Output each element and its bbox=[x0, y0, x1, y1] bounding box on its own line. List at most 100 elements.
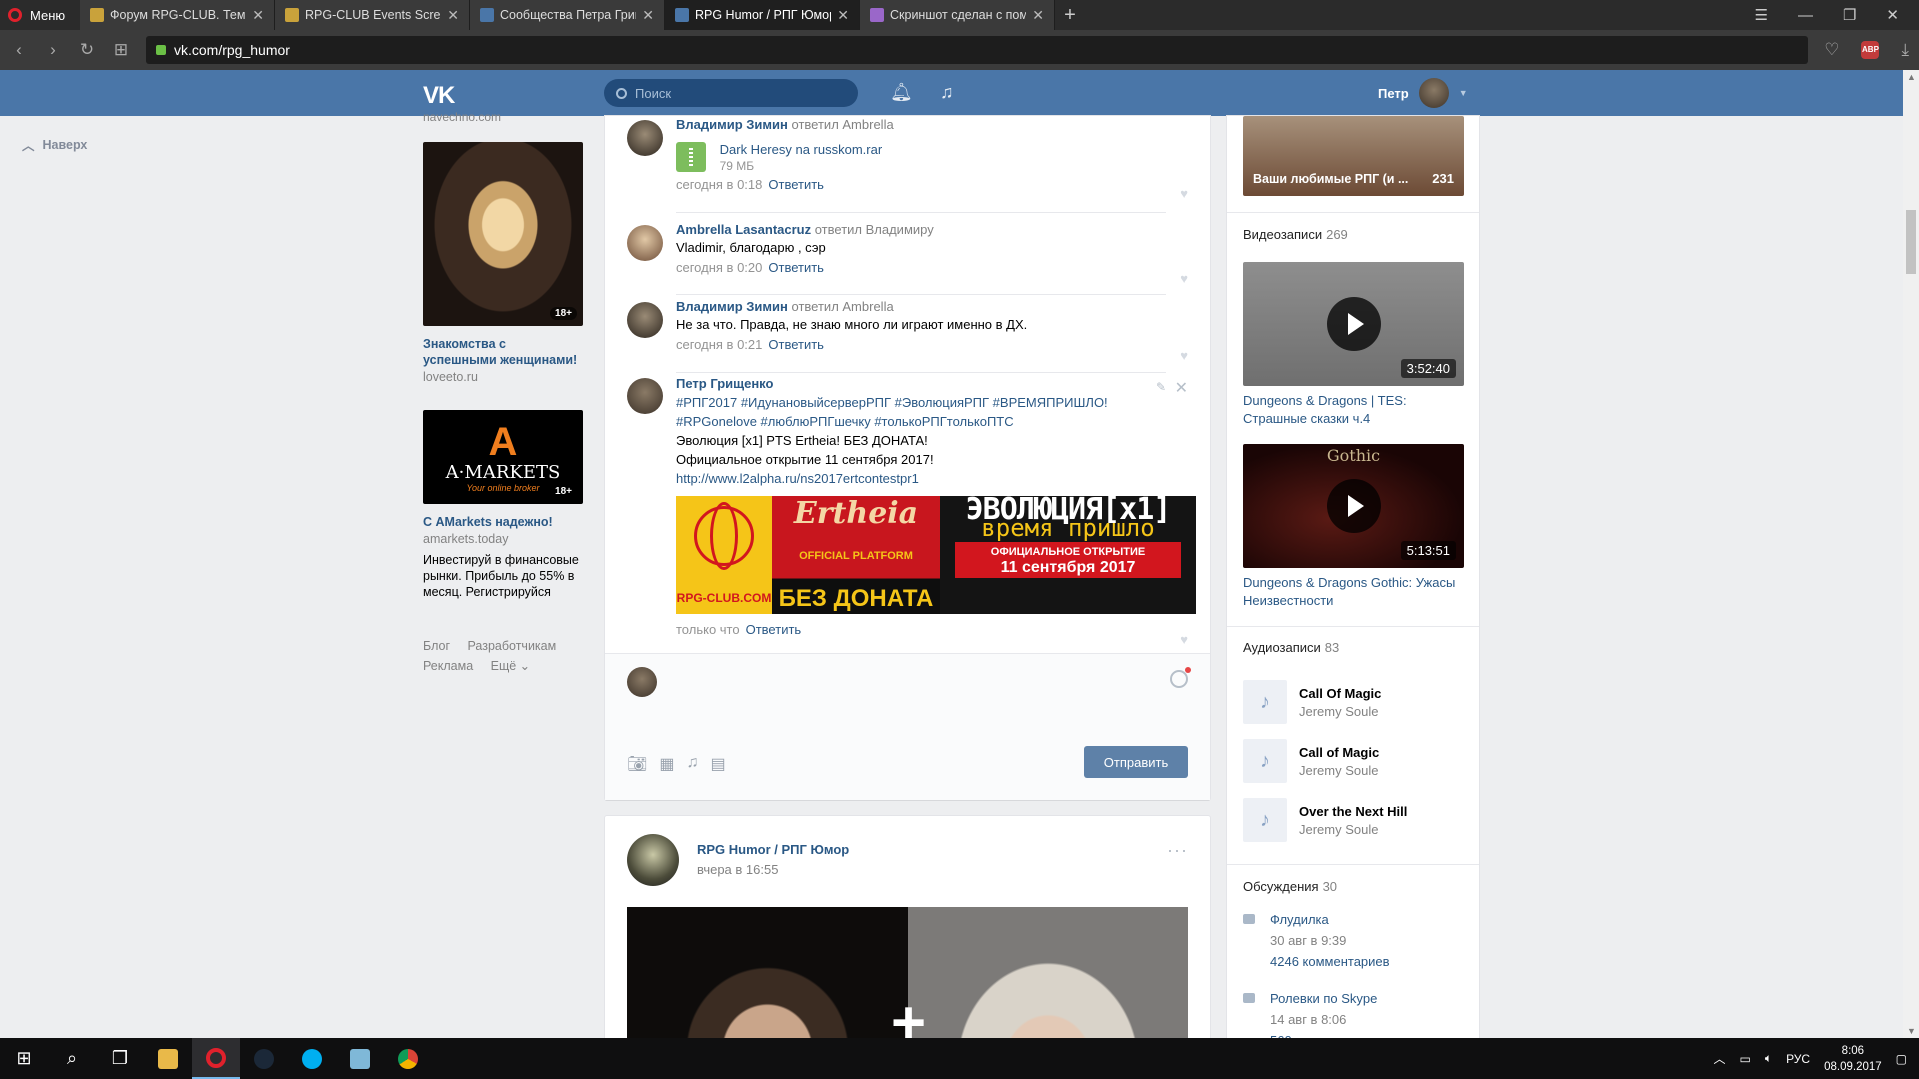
app-icon[interactable] bbox=[336, 1038, 384, 1079]
search-input[interactable] bbox=[635, 85, 835, 101]
notifications-icon[interactable]: ▢ bbox=[1896, 1052, 1907, 1066]
audio-header[interactable]: Аудиозаписи 83 bbox=[1243, 640, 1339, 655]
ad-title[interactable]: Знакомства с успешными женщинами! bbox=[423, 336, 583, 368]
music-note-icon[interactable]: ♪ bbox=[1243, 739, 1287, 783]
reply-to-label[interactable]: ответил Ambrella bbox=[792, 117, 894, 132]
downloads-icon[interactable]: ⤓ bbox=[1901, 40, 1909, 60]
post-date[interactable]: вчера в 16:55 bbox=[697, 862, 778, 877]
post-author[interactable]: RPG Humor / РПГ Юмор bbox=[697, 842, 849, 857]
send-button[interactable]: Отправить bbox=[1084, 746, 1188, 778]
comment-input[interactable] bbox=[673, 668, 1153, 698]
search-box[interactable] bbox=[604, 79, 858, 107]
avatar[interactable] bbox=[627, 225, 663, 261]
speed-dial-icon[interactable]: ⊞ bbox=[112, 40, 130, 60]
comment-author[interactable]: Ambrella Lasantacruz bbox=[676, 222, 811, 237]
camera-icon[interactable]: 📷︎ bbox=[627, 754, 647, 774]
restore-icon[interactable]: ❐ bbox=[1843, 6, 1856, 24]
avatar[interactable] bbox=[627, 120, 663, 156]
page-scrollbar[interactable]: ▲ ▼ bbox=[1903, 70, 1919, 1038]
promo-banner-image[interactable]: RPG-CLUB.COM Ertheia OFFICIAL PLATFORM Б… bbox=[676, 496, 1196, 614]
browser-tab[interactable]: RPG-CLUB Events Screens ✕ bbox=[275, 0, 470, 30]
notifications-bell-icon[interactable]: 🔔︎ bbox=[890, 82, 913, 103]
video-title[interactable]: Dungeons & Dragons Gothic: Ужасы Неизвес… bbox=[1243, 574, 1464, 610]
browser-tab[interactable]: Скриншот сделан с помо ✕ bbox=[860, 0, 1055, 30]
comment-link[interactable]: http://www.l2alpha.ru/ns2017ertcontestpr… bbox=[676, 471, 919, 486]
music-note-icon[interactable]: ♪ bbox=[1243, 680, 1287, 724]
discussion-item[interactable]: Флудилка 30 авг в 9:39 4246 комментариев bbox=[1243, 909, 1464, 972]
video-thumbnail[interactable]: 3:52:40 bbox=[1243, 262, 1464, 386]
reply-to-label[interactable]: ответил Владимиру bbox=[815, 222, 934, 237]
reply-link[interactable]: Ответить bbox=[768, 177, 824, 192]
file-name[interactable]: Dark Heresy na russkom.rar bbox=[720, 142, 883, 157]
bookmark-heart-icon[interactable]: ♡ bbox=[1824, 40, 1839, 60]
close-window-icon[interactable]: ✕ bbox=[1886, 6, 1899, 24]
tab-close-icon[interactable]: ✕ bbox=[252, 7, 264, 24]
skype-icon[interactable] bbox=[288, 1038, 336, 1079]
tab-close-icon[interactable]: ✕ bbox=[837, 7, 849, 24]
ad-image[interactable]: 18+ bbox=[423, 142, 583, 326]
play-icon[interactable] bbox=[1326, 479, 1381, 533]
scroll-down-arrow-icon[interactable]: ▼ bbox=[1907, 1026, 1916, 1036]
tab-close-icon[interactable]: ✕ bbox=[1032, 7, 1044, 24]
file-explorer-icon[interactable] bbox=[144, 1038, 192, 1079]
browser-tab[interactable]: Форум RPG-CLUB. Тема: F ✕ bbox=[80, 0, 275, 30]
scroll-up-arrow-icon[interactable]: ▲ bbox=[1907, 72, 1916, 82]
audio-track[interactable]: ♪ Call Of Magic Jeremy Soule bbox=[1243, 680, 1464, 724]
photo-album[interactable]: Ваши любимые РПГ (и ... 231 bbox=[1243, 116, 1464, 196]
steam-icon[interactable] bbox=[240, 1038, 288, 1079]
videos-header[interactable]: Видеозаписи 269 bbox=[1243, 227, 1348, 242]
discussion-title[interactable]: Ролевки по Skype bbox=[1270, 988, 1464, 1009]
reload-icon[interactable]: ↻ bbox=[78, 40, 96, 60]
tab-close-icon[interactable]: ✕ bbox=[447, 7, 459, 24]
ad-block[interactable]: A A·MARKETS Your online broker 18+ С AMa… bbox=[423, 410, 583, 600]
comment-author[interactable]: Владимир Зимин bbox=[676, 299, 788, 314]
volume-icon[interactable]: 🔈︎ bbox=[1765, 1051, 1772, 1066]
windows-start-icon[interactable]: ⊞ bbox=[0, 1038, 48, 1079]
video-title[interactable]: Dungeons & Dragons | TES: Страшные сказк… bbox=[1243, 392, 1464, 428]
browser-tab[interactable]: Сообщества Петра Грищ ✕ bbox=[470, 0, 665, 30]
music-note-icon[interactable]: ♫ bbox=[686, 754, 698, 774]
back-to-top-link[interactable]: ︿ Наверх bbox=[22, 135, 87, 154]
clock[interactable]: 8:06 08.09.2017 bbox=[1824, 1043, 1882, 1075]
tab-menu-icon[interactable]: ☰ bbox=[1755, 6, 1768, 24]
comment-author[interactable]: Владимир Зимин bbox=[676, 117, 788, 132]
ad-image[interactable]: A A·MARKETS Your online broker 18+ bbox=[423, 410, 583, 504]
file-attachment[interactable]: Dark Heresy na russkom.rar 79 МБ bbox=[676, 142, 1188, 174]
network-icon[interactable]: ▭ bbox=[1740, 1052, 1751, 1066]
delete-close-icon[interactable]: ✕ bbox=[1175, 378, 1188, 398]
browser-tab-active[interactable]: RPG Humor / РПГ Юмор ✕ bbox=[665, 0, 860, 30]
track-artist[interactable]: Jeremy Soule bbox=[1299, 704, 1378, 719]
music-note-icon[interactable]: ♫ bbox=[940, 82, 954, 103]
avatar[interactable] bbox=[627, 378, 663, 414]
comment-time[interactable]: сегодня в 0:20 bbox=[676, 260, 762, 275]
minimize-icon[interactable]: — bbox=[1798, 7, 1813, 24]
comment-time[interactable]: только что bbox=[676, 622, 740, 637]
chrome-icon[interactable] bbox=[384, 1038, 432, 1079]
adblock-icon[interactable]: ABP bbox=[1861, 41, 1880, 59]
ad-block[interactable]: 18+ Знакомства с успешными женщинами! lo… bbox=[423, 142, 583, 384]
ad-domain[interactable]: loveeto.ru bbox=[423, 370, 583, 384]
search-icon[interactable]: ⌕ bbox=[48, 1038, 96, 1079]
ad-title[interactable]: С AMarkets надежно! bbox=[423, 514, 583, 530]
ad-domain[interactable]: amarkets.today bbox=[423, 532, 583, 546]
user-menu[interactable]: Петр ▼ bbox=[1378, 78, 1468, 108]
browser-menu-button[interactable]: Меню bbox=[0, 0, 80, 30]
like-heart-icon[interactable]: ♥ bbox=[1180, 632, 1188, 647]
document-icon[interactable]: ▤ bbox=[710, 754, 725, 774]
music-note-icon[interactable]: ♪ bbox=[1243, 798, 1287, 842]
back-icon[interactable]: ‹ bbox=[10, 40, 28, 60]
audio-track[interactable]: ♪ Call of Magic Jeremy Soule bbox=[1243, 739, 1464, 783]
comment-time[interactable]: сегодня в 0:21 bbox=[676, 337, 762, 352]
more-options-icon[interactable]: ··· bbox=[1167, 840, 1188, 861]
footer-link-blog[interactable]: Блог bbox=[423, 639, 450, 653]
comment-time[interactable]: сегодня в 0:18 bbox=[676, 177, 762, 192]
vk-logo[interactable]: VK bbox=[423, 82, 455, 110]
emoji-icon[interactable] bbox=[1170, 667, 1191, 688]
hashtags[interactable]: #РПГ2017 #ИдунановыйсерверРПГ #ЭволюцияР… bbox=[676, 395, 1108, 410]
like-heart-icon[interactable]: ♥ bbox=[1180, 271, 1188, 286]
reply-to-label[interactable]: ответил Ambrella bbox=[792, 299, 894, 314]
track-artist[interactable]: Jeremy Soule bbox=[1299, 763, 1378, 778]
tab-close-icon[interactable]: ✕ bbox=[642, 7, 654, 24]
footer-link-more[interactable]: Ещё ⌄ bbox=[491, 659, 531, 673]
video-icon[interactable]: ▦ bbox=[659, 754, 674, 774]
